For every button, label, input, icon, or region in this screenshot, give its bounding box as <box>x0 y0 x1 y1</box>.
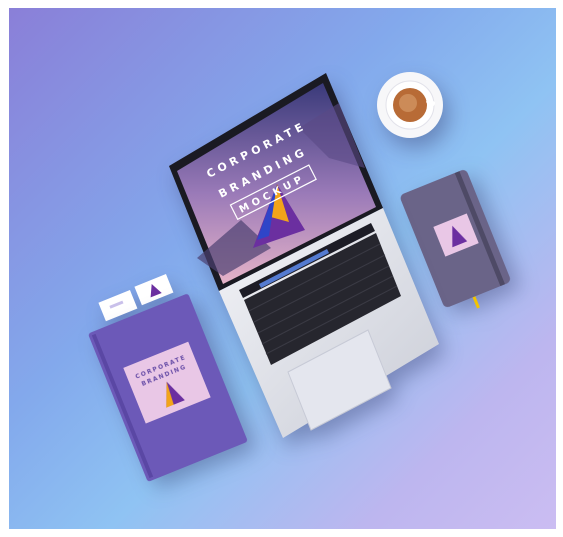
mockup-scene: CORPORATE BRANDING CORPORATE BRANDING MO… <box>9 8 556 529</box>
mockup-illustration: CORPORATE BRANDING CORPORATE BRANDING MO… <box>88 72 511 482</box>
coffee-cup <box>377 72 443 138</box>
bookmark-ribbon <box>472 296 480 309</box>
book: CORPORATE BRANDING <box>88 294 248 482</box>
coffee-foam <box>399 94 417 112</box>
